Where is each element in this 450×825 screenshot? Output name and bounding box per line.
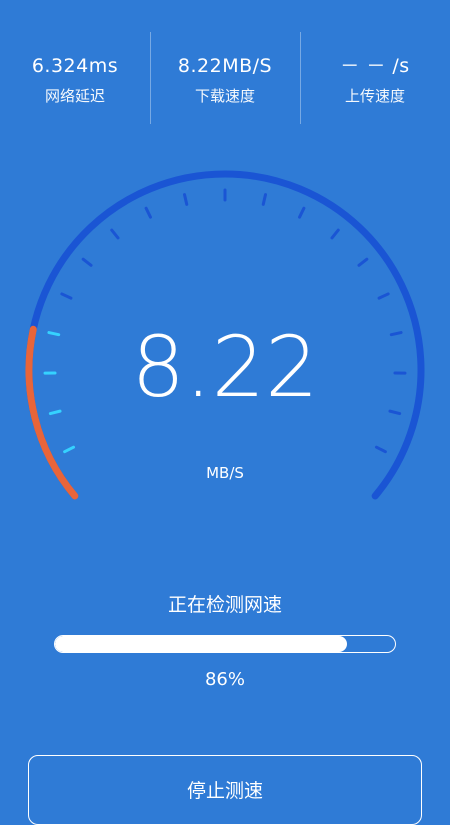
upload-value: － － /s [340, 55, 409, 77]
progress-bar [54, 635, 396, 653]
latency-stat: 6.324ms 网络延迟 [0, 0, 150, 125]
status-text: 正在检测网速 [0, 593, 450, 617]
progress-fill [55, 636, 347, 652]
latency-label: 网络延迟 [45, 86, 105, 106]
gauge-tick [112, 230, 118, 238]
gauge-tick [376, 447, 385, 452]
download-stat: 8.22MB/S 下载速度 [150, 0, 300, 125]
upload-label: 上传速度 [345, 86, 405, 106]
gauge-tick [65, 447, 74, 452]
stats-header: 6.324ms 网络延迟 8.22MB/S 下载速度 － － /s 上传速度 [0, 0, 450, 125]
gauge-tick [263, 195, 265, 205]
gauge-tick [359, 259, 367, 265]
download-value: 8.22MB/S [178, 55, 272, 77]
upload-stat: － － /s 上传速度 [300, 0, 450, 125]
gauge-tick [62, 294, 71, 298]
gauge-tick [300, 208, 304, 217]
gauge-tick [185, 195, 187, 205]
gauge-tick [379, 294, 388, 298]
progress-percent: 86% [0, 669, 450, 691]
gauge-tick [332, 230, 338, 238]
gauge-tick [83, 259, 91, 265]
stop-test-button[interactable]: 停止测速 [28, 755, 422, 825]
download-label: 下载速度 [195, 86, 255, 106]
gauge-tick [146, 208, 150, 217]
speed-value: 8.22 [0, 322, 450, 412]
latency-value: 6.324ms [32, 55, 118, 77]
speed-unit: MB/S [0, 463, 450, 483]
